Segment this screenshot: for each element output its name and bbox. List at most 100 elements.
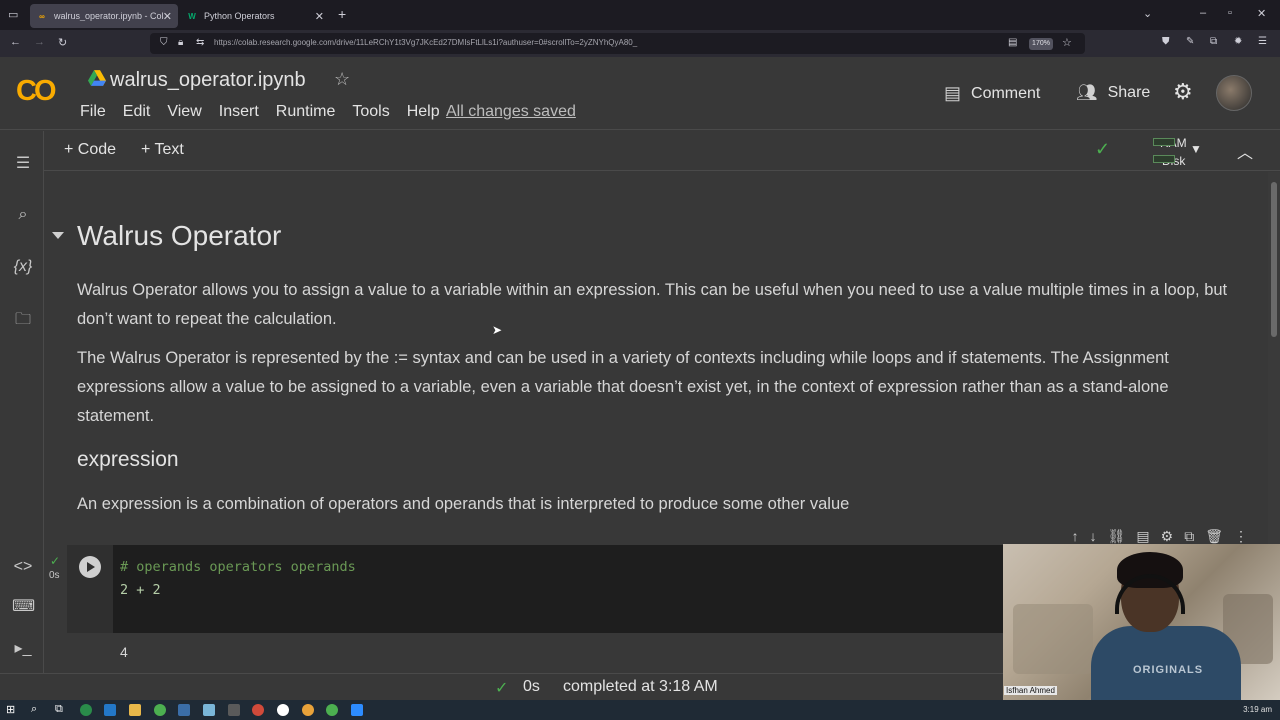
- star-icon[interactable]: ☆: [334, 69, 350, 90]
- text-paragraph-1: Walrus Operator allows you to assign a v…: [77, 281, 1228, 328]
- variables-icon[interactable]: {x}: [12, 256, 34, 278]
- search-icon[interactable]: ⌕: [12, 204, 34, 226]
- new-tab-button[interactable]: +: [338, 6, 346, 22]
- more-options-icon[interactable]: ⋮: [1234, 528, 1248, 545]
- browser-icon[interactable]: [302, 704, 314, 716]
- status-duration[interactable]: 0s: [523, 678, 540, 696]
- delete-icon[interactable]: 🗑︎: [1205, 528, 1223, 545]
- notebook-title[interactable]: walrus_operator.ipynb: [110, 69, 306, 92]
- status-check-icon: ✓: [495, 680, 509, 697]
- search-icon[interactable]: ⌕: [31, 703, 37, 716]
- menu-insert[interactable]: Insert: [219, 103, 259, 121]
- save-status[interactable]: All changes saved: [446, 103, 576, 121]
- folder-icon[interactable]: 🗀︎: [12, 309, 34, 331]
- cell-toolbar: ↑ ↓ ⛓ ▤ ⚙ ⧉ 🗑︎ ⋮: [1072, 528, 1248, 545]
- terminal-app-icon[interactable]: [228, 704, 240, 716]
- back-icon[interactable]: ←: [10, 36, 21, 48]
- gear-icon[interactable]: ⚙: [1173, 79, 1193, 105]
- avatar[interactable]: [1216, 75, 1252, 111]
- add-text-button[interactable]: + Text: [141, 141, 184, 159]
- menu-icon[interactable]: ☰: [1258, 36, 1267, 47]
- status-message[interactable]: completed at 3:18 AM: [563, 678, 718, 696]
- webcam-overlay: ORIGINALS Isfhan Ahmed: [1003, 544, 1280, 700]
- code-line-expression[interactable]: 2 + 2: [120, 582, 161, 598]
- chevron-down-icon[interactable]: ⌄: [1143, 7, 1152, 20]
- move-down-icon[interactable]: ↓: [1090, 528, 1097, 545]
- start-icon[interactable]: ⊞: [6, 703, 15, 716]
- move-up-icon[interactable]: ↑: [1072, 528, 1079, 545]
- code-line-comment[interactable]: # operands operators operands: [120, 559, 356, 575]
- cell-settings-icon[interactable]: ⚙: [1161, 528, 1174, 545]
- plus-icon: +: [64, 141, 78, 158]
- menu-runtime[interactable]: Runtime: [276, 103, 336, 121]
- close-tab-icon[interactable]: ✕: [315, 10, 324, 23]
- address-bar[interactable]: ⛉ 🔒︎ ⇆ https://colab.research.google.com…: [150, 33, 1085, 54]
- text-paragraph-2: The Walrus Operator is represented by th…: [77, 349, 1169, 425]
- execution-time: 0s: [49, 570, 60, 581]
- section-collapse-icon[interactable]: [52, 232, 64, 239]
- menu-tools[interactable]: Tools: [352, 103, 389, 121]
- forward-icon[interactable]: →: [34, 36, 45, 48]
- os-taskbar: ⊞ ⌕ ⧉ 3:19 am: [0, 700, 1280, 720]
- vscode-icon[interactable]: [104, 704, 116, 716]
- bookmark-star-icon[interactable]: ☆: [1062, 36, 1072, 49]
- text-paragraph-3: An expression is a combination of operat…: [77, 495, 850, 513]
- link-icon[interactable]: ⛓: [1108, 528, 1126, 545]
- edge-icon[interactable]: [80, 704, 92, 716]
- permissions-icon[interactable]: ⇆: [196, 37, 204, 48]
- close-tab-icon[interactable]: ✕: [163, 10, 172, 23]
- tools-icon[interactable]: ✎: [1186, 36, 1194, 47]
- collapse-header-icon[interactable]: ︿: [1237, 139, 1253, 163]
- code-snippets-icon[interactable]: <>: [12, 556, 34, 578]
- shield-icon[interactable]: ⛉: [160, 37, 168, 48]
- url-text: https://colab.research.google.com/drive/…: [214, 38, 638, 47]
- minimize-icon[interactable]: –: [1200, 7, 1206, 19]
- menu-file[interactable]: File: [80, 103, 106, 121]
- terminal-icon[interactable]: ▸_: [12, 638, 34, 660]
- add-code-label: Code: [77, 141, 117, 158]
- pocket-icon[interactable]: ⛊: [1162, 36, 1170, 47]
- file-explorer-icon[interactable]: [129, 704, 141, 716]
- comment-icon[interactable]: ▤: [1136, 528, 1149, 545]
- obs-icon[interactable]: [277, 704, 289, 716]
- app-icon[interactable]: [203, 704, 215, 716]
- menu-edit[interactable]: Edit: [123, 103, 151, 121]
- plus-icon: +: [141, 141, 155, 158]
- command-palette-icon[interactable]: ⌨: [12, 596, 35, 618]
- lock-icon[interactable]: 🔒︎: [178, 37, 183, 48]
- mirror-cell-icon[interactable]: ⧉: [1184, 528, 1194, 545]
- subheading: expression: [77, 448, 179, 471]
- runtime-dropdown-icon[interactable]: ▼: [1190, 142, 1202, 156]
- maximize-icon[interactable]: ▫: [1228, 7, 1232, 19]
- menu-view[interactable]: View: [167, 103, 201, 121]
- tab-python-operators[interactable]: W Python Operators ✕: [180, 4, 330, 28]
- table-of-contents-icon[interactable]: ☰: [12, 153, 34, 175]
- zoom-icon[interactable]: [351, 704, 363, 716]
- colab-logo[interactable]: CO: [16, 75, 56, 108]
- share-button[interactable]: 👥︎ Share: [1076, 83, 1150, 103]
- task-view-icon[interactable]: ⧉: [55, 703, 63, 716]
- zoom-level[interactable]: 170%: [1029, 38, 1053, 50]
- tab-colab[interactable]: ∞ walrus_operator.ipynb - Colab ✕: [30, 4, 178, 28]
- python-icon[interactable]: [178, 704, 190, 716]
- scrollbar-thumb[interactable]: [1271, 182, 1277, 337]
- run-cell-button[interactable]: [79, 556, 101, 578]
- chrome-icon[interactable]: [154, 704, 166, 716]
- clock[interactable]: 3:19 am: [1243, 705, 1272, 714]
- extensions-icon[interactable]: ⧉: [1210, 36, 1217, 47]
- notebook-toolbar: + Code + Text ✓ RAM Disk ▼ ︿: [44, 131, 1280, 171]
- add-code-button[interactable]: + Code: [64, 141, 116, 159]
- reload-icon[interactable]: ↻: [58, 36, 67, 49]
- shirt-print: ORIGINALS: [1133, 664, 1204, 676]
- comment-button[interactable]: ▤ Comment: [944, 83, 1040, 104]
- tab-list-icon[interactable]: ▭: [8, 8, 18, 21]
- reader-view-icon[interactable]: ▤: [1008, 37, 1017, 48]
- ram-meter: [1153, 138, 1175, 146]
- chrome-icon-2[interactable]: [326, 704, 338, 716]
- logo-text: CO: [16, 75, 56, 107]
- google-drive-icon[interactable]: [88, 70, 106, 86]
- close-window-icon[interactable]: ✕: [1257, 7, 1266, 20]
- menu-help[interactable]: Help: [407, 103, 440, 121]
- settings-icon[interactable]: ✹: [1234, 36, 1242, 47]
- chrome-profile-icon[interactable]: [252, 704, 264, 716]
